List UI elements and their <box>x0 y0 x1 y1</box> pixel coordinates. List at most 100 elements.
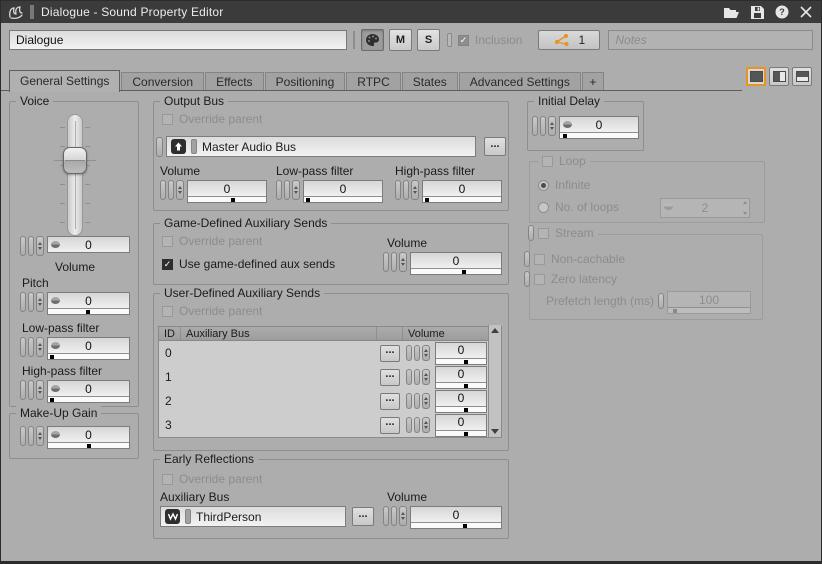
loop-count-radio[interactable]: No. of loops <box>538 200 619 214</box>
rtpc-pill-icon[interactable] <box>414 417 420 433</box>
tab-general-settings[interactable]: General Settings <box>9 70 120 92</box>
tab-conversion[interactable]: Conversion <box>121 72 204 91</box>
save-preset-icon[interactable] <box>751 6 764 19</box>
slider-thumb[interactable] <box>63 147 87 174</box>
tab-states[interactable]: States <box>402 72 458 91</box>
user-aux-override-checkbox[interactable]: Override parent <box>162 304 262 318</box>
spinner-pill-icon[interactable] <box>399 506 407 526</box>
aux-bus-browse-button[interactable]: ... <box>380 417 400 434</box>
aux-send-volume-input[interactable] <box>436 415 486 430</box>
lowpass-mini-slider[interactable] <box>48 353 129 359</box>
output-bus-browse-button[interactable]: ... <box>484 137 506 156</box>
rtpc-pill-icon[interactable] <box>28 380 34 400</box>
object-name-input[interactable] <box>9 30 347 50</box>
rtpc-pill-icon[interactable] <box>540 116 546 136</box>
pitch-mini-slider[interactable] <box>48 308 129 314</box>
loop-count-input[interactable] <box>661 199 749 217</box>
spinner-pill-icon[interactable] <box>399 252 407 272</box>
rtpc-pill-icon[interactable] <box>395 180 401 200</box>
column-header-id[interactable]: ID <box>159 327 181 340</box>
close-icon[interactable] <box>800 6 812 18</box>
tab-rtpc[interactable]: RTPC <box>346 72 400 91</box>
tab-add[interactable]: + <box>582 72 604 91</box>
spinner-pill-icon[interactable] <box>36 426 44 446</box>
solo-button[interactable]: S <box>417 29 440 51</box>
loop-checkbox[interactable]: Loop <box>538 154 590 168</box>
spinner-pill-icon[interactable] <box>36 292 44 312</box>
aux-bus-browse-button[interactable]: ... <box>380 393 400 410</box>
rtpc-pill-icon[interactable] <box>391 506 397 526</box>
rtpc-pill-icon[interactable] <box>532 116 538 136</box>
output-bus-volume-input[interactable] <box>188 181 266 196</box>
spinner-pill-icon[interactable] <box>36 380 44 400</box>
mute-button[interactable]: M <box>389 29 412 51</box>
mini-slider[interactable] <box>436 382 486 388</box>
tab-advanced-settings[interactable]: Advanced Settings <box>459 72 581 91</box>
mini-slider[interactable] <box>188 196 266 202</box>
user-aux-row-1[interactable]: 1 ... <box>159 365 501 389</box>
rtpc-pill-icon[interactable] <box>406 417 412 433</box>
spinner-pill-icon[interactable] <box>36 337 44 357</box>
notes-input[interactable] <box>608 30 813 50</box>
rtpc-pill-icon[interactable] <box>168 180 174 200</box>
rtpc-pill-icon[interactable] <box>28 426 34 446</box>
mini-slider[interactable] <box>304 196 382 202</box>
loop-infinite-radio[interactable]: Infinite <box>538 178 590 192</box>
rtpc-pill-icon[interactable] <box>20 426 26 446</box>
rtpc-pill-icon[interactable] <box>383 252 389 272</box>
rtpc-pill-icon[interactable] <box>276 180 282 200</box>
er-aux-bus-selector[interactable]: ThirdPerson <box>160 506 346 527</box>
column-header-volume[interactable]: Volume <box>403 327 490 340</box>
user-aux-row-2[interactable]: 2 ... <box>159 389 501 413</box>
highpass-input[interactable] <box>48 381 129 396</box>
early-reflections-override-checkbox[interactable]: Override parent <box>162 472 262 486</box>
rtpc-pill-icon[interactable] <box>160 180 166 200</box>
highpass-mini-slider[interactable] <box>48 396 129 402</box>
layout-split-horizontal-button[interactable] <box>792 67 812 86</box>
makeup-gain-mini-slider[interactable] <box>48 442 129 448</box>
rtpc-pill-icon[interactable] <box>20 292 26 312</box>
loop-count-spinner[interactable] <box>660 198 750 218</box>
rtpc-pill-icon[interactable] <box>20 337 26 357</box>
aux-send-volume-input[interactable] <box>436 367 486 382</box>
slider-track[interactable] <box>67 114 83 236</box>
user-aux-row-0[interactable]: 0 ... <box>159 341 501 365</box>
rtpc-pill-icon[interactable] <box>403 180 409 200</box>
prefetch-field[interactable] <box>667 291 751 314</box>
scroll-down-icon[interactable] <box>491 429 499 434</box>
mini-slider[interactable] <box>411 268 501 274</box>
rtpc-pill-icon[interactable] <box>28 292 34 312</box>
user-aux-row-3[interactable]: 3 ... <box>159 413 501 437</box>
lowpass-input[interactable] <box>48 338 129 353</box>
tab-effects[interactable]: Effects <box>205 72 263 91</box>
zero-latency-checkbox[interactable]: Zero latency <box>534 272 617 286</box>
rtpc-pill-icon[interactable] <box>414 369 420 385</box>
table-scrollbar[interactable] <box>488 325 501 437</box>
tab-positioning[interactable]: Positioning <box>265 72 346 91</box>
rtpc-pill-icon[interactable] <box>406 369 412 385</box>
mini-slider[interactable] <box>423 196 501 202</box>
pitch-input[interactable] <box>48 293 129 308</box>
layout-single-button[interactable] <box>746 67 766 86</box>
help-icon[interactable]: ? <box>775 5 789 19</box>
aux-send-volume-input[interactable] <box>436 391 486 406</box>
rtpc-pill-icon[interactable] <box>391 252 397 272</box>
output-bus-lowpass-input[interactable] <box>304 181 382 196</box>
voice-volume-input[interactable] <box>48 237 129 252</box>
rtpc-pill-icon[interactable] <box>414 393 420 409</box>
game-aux-volume-input[interactable] <box>411 253 501 268</box>
rtpc-pill-icon[interactable] <box>406 345 412 361</box>
load-preset-icon[interactable] <box>723 6 740 19</box>
stream-checkbox[interactable]: Stream <box>538 226 594 240</box>
inclusion-checkbox[interactable]: ✓ Inclusion <box>458 33 522 47</box>
game-aux-override-checkbox[interactable]: Override parent <box>162 234 262 248</box>
spinner-pill-icon[interactable] <box>176 180 184 200</box>
spinner-pill-icon[interactable] <box>411 180 419 200</box>
rtpc-pill-icon[interactable] <box>20 380 26 400</box>
aux-send-volume-input[interactable] <box>436 343 486 358</box>
aux-bus-browse-button[interactable]: ... <box>380 345 400 362</box>
color-picker-button[interactable] <box>361 29 384 51</box>
rtpc-pill-icon[interactable] <box>406 393 412 409</box>
mini-slider[interactable] <box>436 358 486 364</box>
rtpc-pill-icon[interactable] <box>28 236 34 256</box>
